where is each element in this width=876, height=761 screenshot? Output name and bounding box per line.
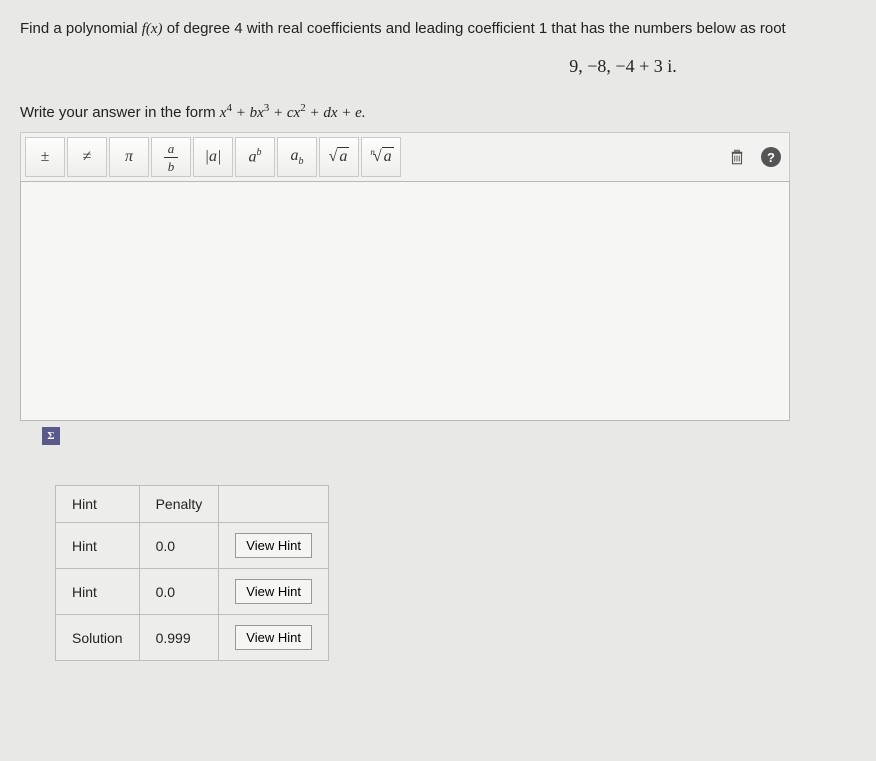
math-toolbar: ± ≠ π a b |a| ab ab √a n√a <box>20 132 790 181</box>
table-row: Solution 0.999 View Hint <box>56 615 329 661</box>
view-hint-button[interactable]: View Hint <box>235 579 312 604</box>
fraction-button[interactable]: a b <box>151 137 191 177</box>
prompt-prefix: Find a polynomial <box>20 20 142 37</box>
superscript-glyph: ab <box>249 147 262 166</box>
nthroot-button[interactable]: n√a <box>361 137 401 177</box>
subscript-glyph: ab <box>291 147 304 167</box>
notequal-glyph: ≠ <box>83 148 92 166</box>
math-editor: ± ≠ π a b |a| ab ab √a n√a <box>20 132 790 421</box>
view-hint-button[interactable]: View Hint <box>235 625 312 650</box>
poly-form: x4 + bx3 + cx2 + dx + e. <box>220 105 366 121</box>
abs-glyph: |a| <box>205 148 222 166</box>
equation-editor-icon[interactable]: Σ <box>42 427 60 445</box>
help-icon: ? <box>761 147 781 167</box>
fraction-numerator: a <box>168 142 175 155</box>
answer-instruction: Write your answer in the form x4 + bx3 +… <box>20 102 876 122</box>
action-header <box>219 486 329 523</box>
roots-display: 9, −8, −4 + 3 i. <box>20 56 876 77</box>
notequal-button[interactable]: ≠ <box>67 137 107 177</box>
plusminus-glyph: ± <box>41 148 50 166</box>
trash-button[interactable] <box>723 143 751 171</box>
hint-penalty: 0.0 <box>139 569 219 615</box>
answer-input[interactable] <box>20 181 790 421</box>
view-hint-button[interactable]: View Hint <box>235 533 312 558</box>
pi-glyph: π <box>125 148 133 166</box>
hint-table: Hint Penalty Hint 0.0 View Hint Hint 0.0… <box>55 485 329 661</box>
prompt-suffix: of degree 4 with real coefficients and l… <box>163 20 786 37</box>
subscript-button[interactable]: ab <box>277 137 317 177</box>
question-prompt: Find a polynomial f(x) of degree 4 with … <box>20 20 876 38</box>
hint-table-header-row: Hint Penalty <box>56 486 329 523</box>
prompt-fx: f(x) <box>142 21 163 37</box>
plusminus-button[interactable]: ± <box>25 137 65 177</box>
superscript-button[interactable]: ab <box>235 137 275 177</box>
abs-button[interactable]: |a| <box>193 137 233 177</box>
toolbar-right: ? <box>723 143 785 171</box>
hint-penalty: 0.0 <box>139 523 219 569</box>
nthroot-glyph: n√a <box>368 148 393 166</box>
fraction-denominator: b <box>168 160 175 173</box>
hint-action: View Hint <box>219 523 329 569</box>
instruction-prefix: Write your answer in the form <box>20 104 220 121</box>
hint-label: Hint <box>56 569 140 615</box>
hint-label: Solution <box>56 615 140 661</box>
sqrt-glyph: √a <box>329 148 350 166</box>
pi-button[interactable]: π <box>109 137 149 177</box>
table-row: Hint 0.0 View Hint <box>56 569 329 615</box>
penalty-header: Penalty <box>139 486 219 523</box>
fraction-bar <box>164 157 178 158</box>
hint-penalty: 0.999 <box>139 615 219 661</box>
table-row: Hint 0.0 View Hint <box>56 523 329 569</box>
help-button[interactable]: ? <box>757 143 785 171</box>
trash-icon <box>728 147 746 167</box>
hint-label: Hint <box>56 523 140 569</box>
hint-action: View Hint <box>219 569 329 615</box>
sqrt-button[interactable]: √a <box>319 137 359 177</box>
hint-action: View Hint <box>219 615 329 661</box>
roots-text: 9, −8, −4 + 3 i. <box>569 56 676 76</box>
hint-header: Hint <box>56 486 140 523</box>
